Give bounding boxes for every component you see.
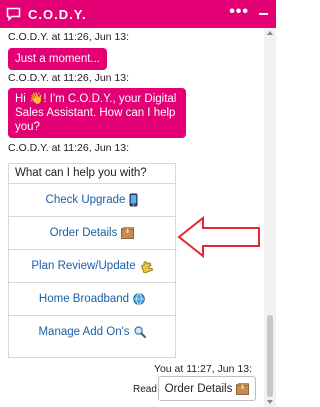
- chat-bubble-icon: [6, 6, 22, 22]
- quick-reply-menu: What can I help you with? Check Upgrade …: [8, 163, 176, 358]
- globe-icon: [133, 293, 145, 305]
- more-options-button[interactable]: •••: [229, 4, 249, 20]
- bot-message: Hi 👋! I'm C.O.D.Y., your Digital Sales A…: [8, 88, 186, 138]
- scrollbar-thumb[interactable]: [267, 315, 273, 397]
- option-label: Home Broadband: [38, 293, 130, 305]
- puzzle-icon: [140, 260, 153, 273]
- minimize-button[interactable]: [259, 13, 268, 15]
- user-message: Order Details: [158, 376, 256, 401]
- read-receipt: Read: [133, 384, 157, 395]
- option-home-broadband[interactable]: Home Broadband: [9, 283, 175, 316]
- user-message-text: Order Details: [164, 382, 233, 395]
- user-message-sender: You at 11:27, Jun 13:: [153, 363, 252, 375]
- package-icon: [121, 227, 135, 239]
- bot-message: Just a moment...: [8, 48, 108, 70]
- option-label: Check Upgrade: [45, 194, 126, 206]
- message-sender: C.O.D.Y. at 11:26, Jun 13:: [8, 142, 130, 154]
- option-label: Plan Review/Update: [31, 260, 136, 272]
- message-sender: C.O.D.Y. at 11:26, Jun 13:: [8, 72, 130, 84]
- option-order-details[interactable]: Order Details: [9, 217, 175, 250]
- phone-icon: [129, 193, 138, 207]
- option-manage-add-ons[interactable]: Manage Add On's: [9, 316, 175, 348]
- arrow-left-icon: [177, 215, 260, 259]
- chat-header: C.O.D.Y. •••: [0, 0, 276, 28]
- option-label: Manage Add On's: [38, 326, 130, 338]
- chat-transcript: C.O.D.Y. at 11:26, Jun 13: Just a moment…: [0, 28, 264, 407]
- scroll-up-arrow-icon[interactable]: [267, 31, 273, 35]
- message-sender: C.O.D.Y. at 11:26, Jun 13:: [8, 31, 130, 43]
- quick-reply-prompt: What can I help you with?: [9, 164, 175, 184]
- option-label: Order Details: [49, 227, 118, 239]
- scroll-down-arrow-icon[interactable]: [267, 400, 273, 404]
- option-check-upgrade[interactable]: Check Upgrade: [9, 184, 175, 217]
- magnifier-icon: [133, 326, 146, 338]
- chat-scrollbar[interactable]: [264, 28, 276, 407]
- chat-title: C.O.D.Y.: [28, 6, 87, 22]
- package-icon: [236, 382, 250, 395]
- option-plan-review[interactable]: Plan Review/Update: [9, 250, 175, 283]
